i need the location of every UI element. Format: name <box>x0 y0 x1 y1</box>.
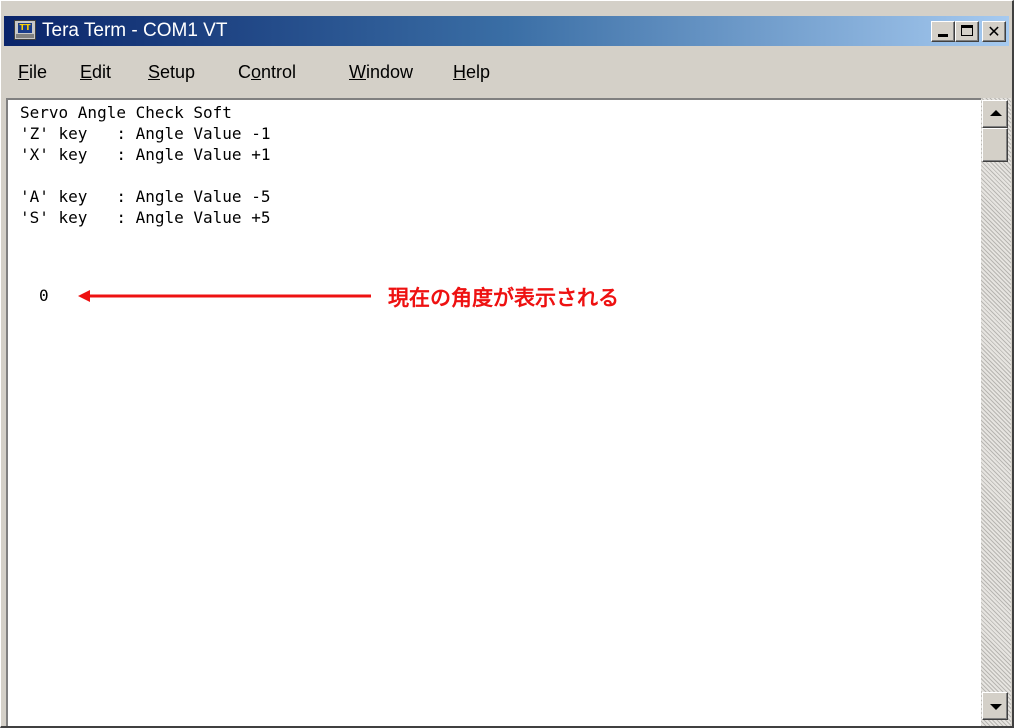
terminal-area[interactable]: Servo Angle Check Soft 'Z' key : Angle V… <box>6 98 981 726</box>
maximize-icon <box>961 25 973 36</box>
teraterm-window: TT Tera Term - COM1 VT ✕ File Edit Setup… <box>0 0 1014 728</box>
arrow-down-icon <box>990 704 1002 710</box>
menu-edit[interactable]: Edit <box>80 61 111 83</box>
minimize-button[interactable] <box>931 21 955 42</box>
scroll-down-button[interactable] <box>982 692 1008 720</box>
arrow-up-icon <box>990 110 1002 116</box>
annotation-arrow-icon <box>78 290 371 302</box>
terminal-line: 'Z' key : Angle Value -1 <box>20 124 271 143</box>
close-button[interactable]: ✕ <box>982 21 1006 42</box>
terminal-line: Servo Angle Check Soft <box>20 103 232 122</box>
teraterm-icon[interactable]: TT <box>14 20 36 40</box>
teraterm-icon-screen: TT <box>18 23 32 33</box>
menu-control[interactable]: Control <box>238 61 296 83</box>
scroll-up-button[interactable] <box>982 100 1008 128</box>
menu-window[interactable]: Window <box>349 61 413 83</box>
menu-file[interactable]: File <box>18 61 47 83</box>
terminal-line: 'S' key : Angle Value +5 <box>20 208 271 227</box>
scrollbar-thumb[interactable] <box>982 128 1008 162</box>
title-bar[interactable]: TT Tera Term - COM1 VT ✕ <box>4 16 1009 46</box>
annotation-text: 現在の角度が表示される <box>388 286 619 310</box>
terminal-line: 'X' key : Angle Value +1 <box>20 145 271 164</box>
close-icon: ✕ <box>987 22 1001 41</box>
window-title: Tera Term - COM1 VT <box>42 20 228 41</box>
maximize-button[interactable] <box>955 21 979 42</box>
terminal-line: 'A' key : Angle Value -5 <box>20 187 271 206</box>
menu-help[interactable]: Help <box>453 61 490 83</box>
minimize-icon <box>938 34 948 37</box>
vertical-scrollbar[interactable] <box>981 98 1011 726</box>
menu-setup[interactable]: Setup <box>148 61 195 83</box>
current-angle-value: 0 <box>39 286 49 305</box>
menu-bar: File Edit Setup Control Window Help <box>4 56 1009 86</box>
